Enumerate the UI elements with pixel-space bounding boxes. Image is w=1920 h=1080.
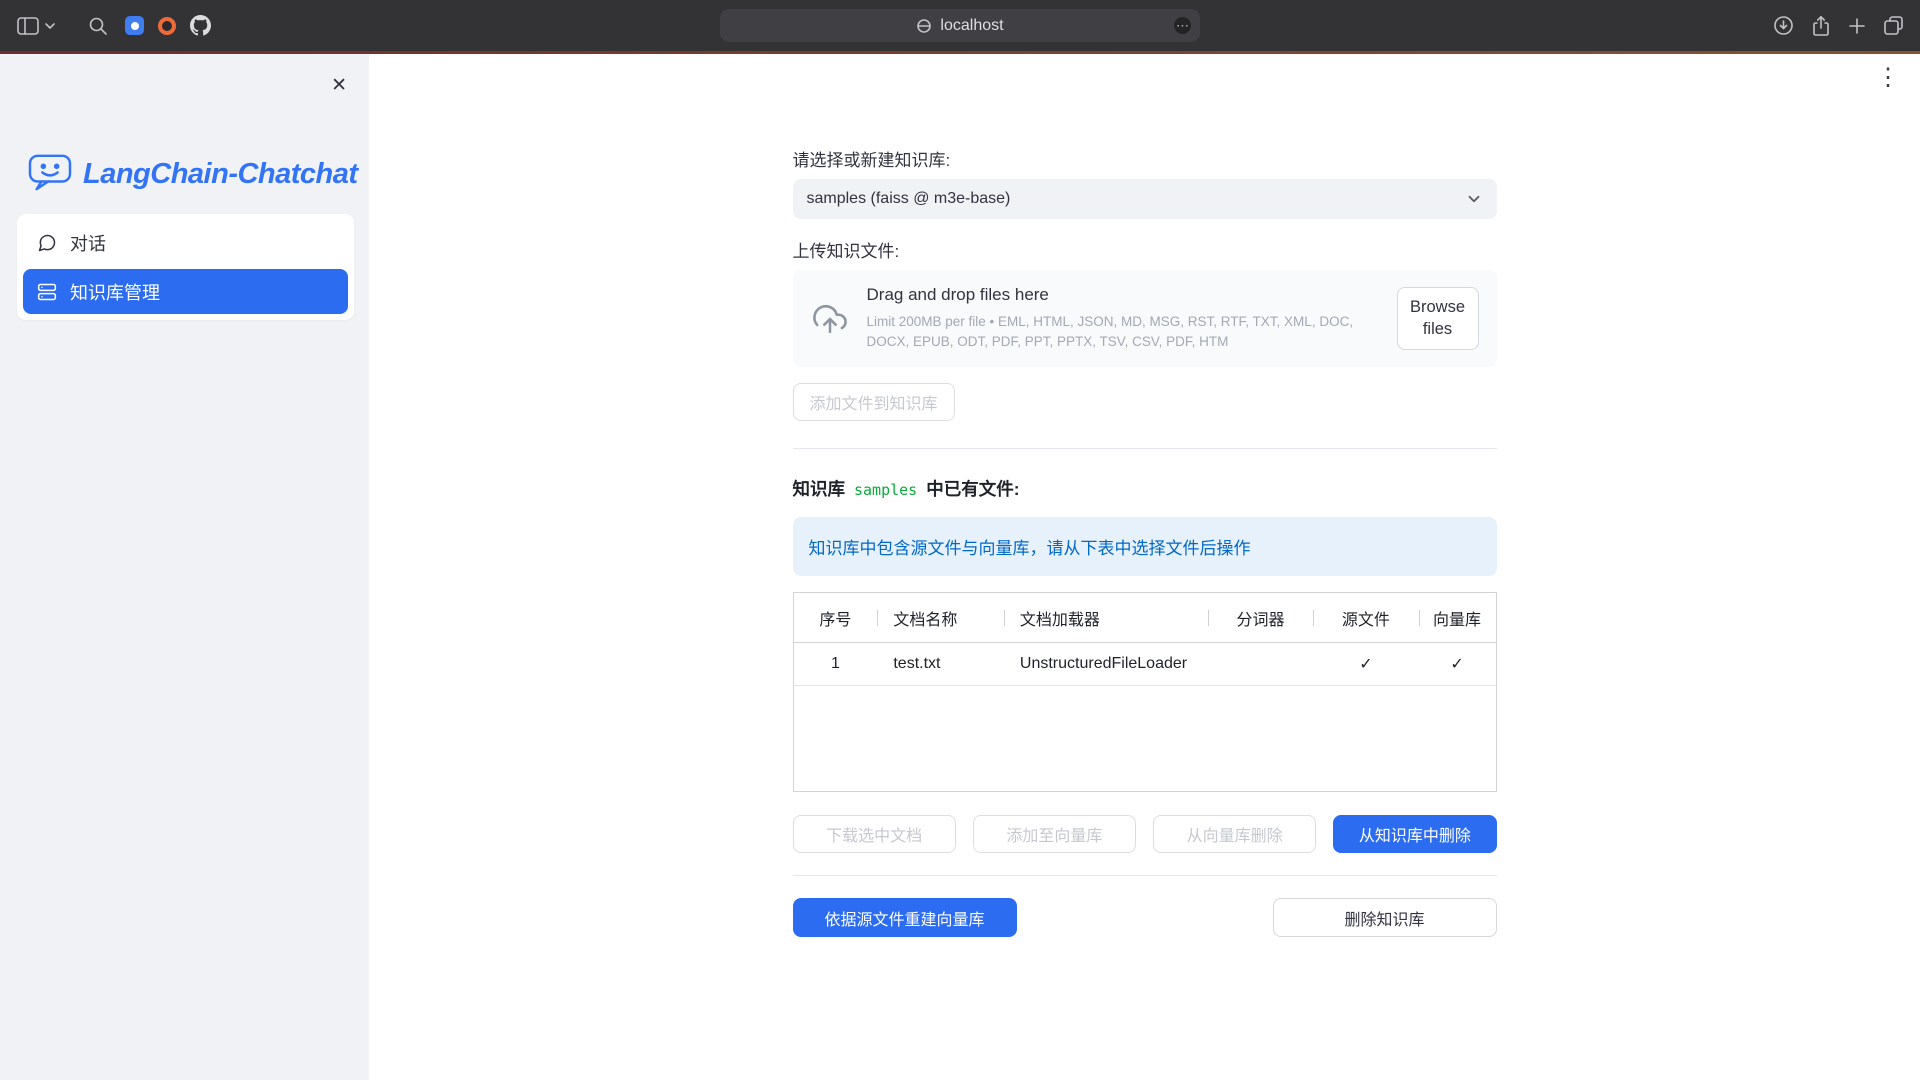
kebab-menu-icon[interactable]: ⋮ xyxy=(1876,66,1900,90)
ring-extension-icon[interactable] xyxy=(158,17,176,35)
new-tab-icon[interactable] xyxy=(1848,17,1866,35)
kb-select-label: 请选择或新建知识库: xyxy=(793,146,1497,171)
cloud-upload-icon xyxy=(811,302,849,336)
info-banner: 知识库中包含源文件与向量库，请从下表中选择文件后操作 xyxy=(793,517,1497,576)
logo-text: LangChain-Chatchat xyxy=(83,158,358,191)
address-bar[interactable]: localhost ⋯ xyxy=(720,9,1200,42)
kb-select[interactable]: samples (faiss @ m3e-base) xyxy=(793,179,1497,219)
kb-name-code: samples xyxy=(854,481,917,499)
sidebar-item-kb-management[interactable]: 知识库管理 xyxy=(23,269,348,314)
cell-loader: UnstructuredFileLoader xyxy=(1004,643,1208,686)
files-heading: 知识库 samples 中已有文件: xyxy=(793,476,1497,501)
download-icon[interactable] xyxy=(1773,15,1794,36)
cell-doc-name: test.txt xyxy=(877,643,1004,686)
table-row[interactable]: 1 test.txt UnstructuredFileLoader ✓ ✓ xyxy=(793,643,1496,686)
add-to-vector-store-button[interactable]: 添加至向量库 xyxy=(973,815,1136,853)
chat-bubble-icon xyxy=(37,233,57,253)
ellipsis-extension-icon[interactable]: ⋯ xyxy=(1174,17,1191,34)
table-header-row: 序号 文档名称 文档加载器 分词器 源文件 向量库 xyxy=(793,593,1496,643)
col-header-source-file: 源文件 xyxy=(1313,593,1418,643)
files-heading-prefix: 知识库 xyxy=(793,476,846,501)
url-text: localhost xyxy=(940,17,1003,35)
cell-vector-store-check: ✓ xyxy=(1419,643,1496,686)
sidebar-item-dialogue[interactable]: 对话 xyxy=(23,220,348,265)
main-content: ⋮ 请选择或新建知识库: samples (faiss @ m3e-base) … xyxy=(369,54,1920,1080)
extension-icons xyxy=(125,0,211,51)
upload-label: 上传知识文件: xyxy=(793,237,1497,262)
kb-files-table: 序号 文档名称 文档加载器 分词器 源文件 向量库 1 test.txt Uns xyxy=(793,592,1497,792)
file-dropzone[interactable]: Drag and drop files here Limit 200MB per… xyxy=(793,270,1497,367)
sidebar-toggle-icon[interactable] xyxy=(16,16,40,36)
dropzone-title: Drag and drop files here xyxy=(867,285,1379,305)
search-icon[interactable] xyxy=(88,16,108,36)
col-header-doc-name: 文档名称 xyxy=(877,593,1004,643)
delete-kb-button[interactable]: 删除知识库 xyxy=(1273,898,1497,937)
sidebar-item-label: 对话 xyxy=(70,230,106,256)
logo-chat-bubble-icon xyxy=(27,152,73,197)
github-icon[interactable] xyxy=(190,15,211,36)
divider xyxy=(793,448,1497,449)
delete-from-kb-button[interactable]: 从知识库中删除 xyxy=(1333,815,1496,853)
download-selected-button[interactable]: 下载选中文档 xyxy=(793,815,956,853)
chevron-down-icon xyxy=(1465,190,1483,208)
delete-from-vector-store-button[interactable]: 从向量库删除 xyxy=(1153,815,1316,853)
rebuild-vector-store-button[interactable]: 依据源文件重建向量库 xyxy=(793,898,1017,937)
cell-source-file-check: ✓ xyxy=(1313,643,1418,686)
browse-files-button[interactable]: Browse files xyxy=(1397,287,1479,350)
site-icon xyxy=(916,18,932,34)
kb-select-value: samples (faiss @ m3e-base) xyxy=(807,190,1011,208)
file-actions-row: 下载选中文档 添加至向量库 从向量库删除 从知识库中删除 xyxy=(793,815,1497,853)
sidebar-item-label: 知识库管理 xyxy=(70,279,160,305)
col-header-index: 序号 xyxy=(793,593,877,643)
browser-toolbar: localhost ⋯ xyxy=(0,0,1920,51)
col-header-vector-store: 向量库 xyxy=(1419,593,1496,643)
app-logo: LangChain-Chatchat xyxy=(27,152,358,197)
cell-index: 1 xyxy=(793,643,877,686)
share-icon[interactable] xyxy=(1811,15,1831,37)
table-empty-area xyxy=(793,686,1496,792)
screen: localhost ⋯ xyxy=(0,0,1920,1080)
kb-actions-row: 依据源文件重建向量库 删除知识库 xyxy=(793,898,1497,937)
chevron-down-icon[interactable] xyxy=(44,22,56,30)
cell-splitter xyxy=(1208,643,1313,686)
col-header-splitter: 分词器 xyxy=(1208,593,1313,643)
knowledge-base-icon xyxy=(37,282,57,302)
blue-extension-icon[interactable] xyxy=(125,16,144,35)
add-files-to-kb-button[interactable]: 添加文件到知识库 xyxy=(793,383,955,421)
col-header-loader: 文档加载器 xyxy=(1004,593,1208,643)
tab-overview-icon[interactable] xyxy=(1883,15,1904,36)
divider xyxy=(793,875,1497,876)
sidebar: ✕ LangChain-Chatchat xyxy=(0,54,369,1080)
dropzone-limit-text: Limit 200MB per file • EML, HTML, JSON, … xyxy=(867,312,1379,351)
files-heading-suffix: 中已有文件: xyxy=(926,476,1019,501)
close-icon[interactable]: ✕ xyxy=(331,74,347,97)
sidebar-menu: 对话 知识库管理 xyxy=(17,214,354,320)
